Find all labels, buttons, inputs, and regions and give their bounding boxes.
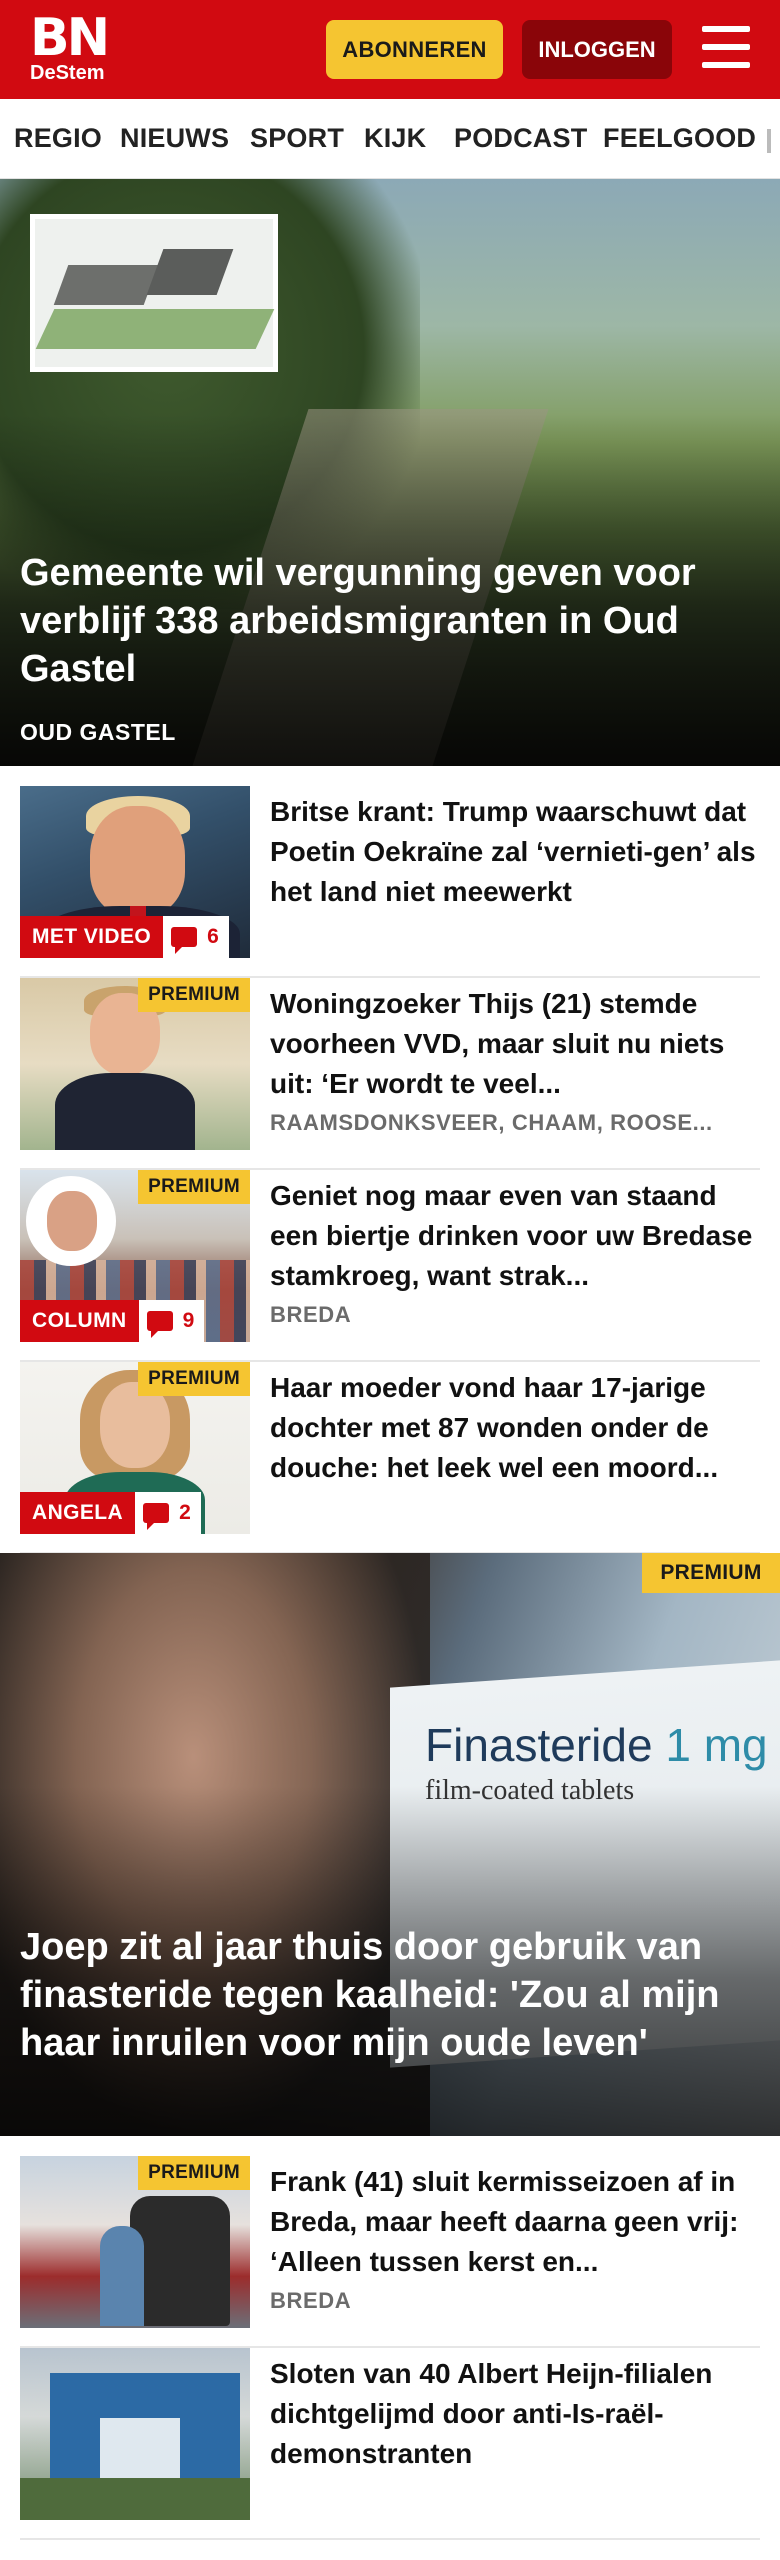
article-title[interactable]: Woningzoeker Thijs (21) stemde voorheen …	[270, 984, 760, 1104]
box-brand-text: Finasteride	[425, 1719, 653, 1771]
article-thumbnail: MET VIDEO 6	[20, 786, 250, 958]
hamburger-menu-icon[interactable]	[702, 26, 750, 72]
medicine-box-brand: Finasteride 1 mg	[425, 1718, 768, 1772]
premium-badge: PREMIUM	[138, 978, 250, 1012]
article-item[interactable]: MET VIDEO 6 Britse krant: Trump waarschu…	[20, 786, 760, 978]
article-title[interactable]: Frank (41) sluit kermisseizoen af in Bre…	[270, 2162, 760, 2282]
author-label: ANGELA	[20, 1492, 136, 1534]
article-thumbnail: PREMIUM ANGELA 2	[20, 1362, 250, 1534]
article-thumbnail	[20, 2348, 250, 2520]
nav-item-nieuws[interactable]: NIEUWS	[120, 123, 229, 154]
inset-rendering-image	[30, 214, 278, 372]
top-bar: BN DeStem ABONNEREN INLOGGEN	[0, 0, 780, 99]
logo-main: BN	[30, 8, 110, 68]
comment-icon	[171, 927, 198, 954]
article-labels: COLUMN 9	[20, 1300, 205, 1342]
article-thumbnail: PREMIUM	[20, 978, 250, 1150]
column-label: COLUMN	[20, 1300, 139, 1342]
premium-badge: PREMIUM	[138, 1362, 250, 1396]
comment-icon	[146, 1311, 173, 1338]
subscribe-button[interactable]: ABONNEREN	[326, 20, 503, 79]
hero-title[interactable]: Gemeente wil vergunning geven voor verbl…	[20, 549, 760, 693]
nav-item-feelgood[interactable]: FEELGOOD	[603, 123, 756, 154]
comment-count: 9	[138, 1300, 205, 1342]
article-title[interactable]: Britse krant: Trump waarschuwt dat Poeti…	[270, 792, 760, 912]
box-dose-text: 1 mg	[665, 1719, 768, 1771]
article-title[interactable]: Geniet nog maar even van staand een bier…	[270, 1176, 760, 1296]
article-location: BREDA	[270, 2288, 352, 2313]
hero-article-1[interactable]: Gemeente wil vergunning geven voor verbl…	[0, 179, 780, 766]
article-title[interactable]: Haar moeder vond haar 17-jarige dochter …	[270, 1368, 760, 1488]
article-thumbnail: PREMIUM COLUMN 9	[20, 1170, 250, 1342]
article-item[interactable]: Sloten van 40 Albert Heijn-filialen dich…	[20, 2348, 760, 2540]
article-item[interactable]: PREMIUM Frank (41) sluit kermisseizoen a…	[20, 2156, 760, 2348]
columnist-avatar	[26, 1176, 116, 1266]
site-logo[interactable]: BN DeStem	[30, 8, 110, 84]
comment-count: 6	[163, 916, 229, 958]
nav-item-kijk[interactable]: KIJK	[364, 123, 426, 154]
comment-icon	[143, 1503, 170, 1530]
comment-count-value: 2	[179, 1501, 191, 1524]
premium-badge: PREMIUM	[138, 2156, 250, 2190]
comment-count-value: 9	[182, 1309, 195, 1332]
premium-badge: PREMIUM	[642, 1553, 780, 1593]
article-title[interactable]: Sloten van 40 Albert Heijn-filialen dich…	[270, 2354, 760, 2474]
nav-item-sport[interactable]: SPORT	[250, 123, 344, 154]
comment-count-value: 6	[207, 925, 219, 948]
hero-article-2[interactable]: Finasteride 1 mg film-coated tablets PRE…	[0, 1553, 780, 2136]
article-item[interactable]: PREMIUM COLUMN 9 Geniet nog maar even va…	[20, 1170, 760, 1362]
section-nav: REGIO NIEUWS SPORT KIJK PODCAST FEELGOOD	[0, 99, 780, 179]
article-labels: MET VIDEO 6	[20, 916, 229, 958]
article-item[interactable]: PREMIUM ANGELA 2 Haar moeder vond haar 1…	[20, 1362, 760, 1554]
video-label: MET VIDEO	[20, 916, 164, 958]
nav-item-regio[interactable]: REGIO	[14, 123, 102, 154]
article-location: RAAMSDONKSVEER, CHAAM, ROOSE...	[270, 1110, 713, 1135]
article-location: BREDA	[270, 1302, 352, 1327]
article-item[interactable]: PREMIUM Woningzoeker Thijs (21) stemde v…	[20, 978, 760, 1170]
logo-sub: DeStem	[30, 62, 105, 84]
comment-count: 2	[135, 1492, 201, 1534]
article-labels: ANGELA 2	[20, 1492, 201, 1534]
premium-badge: PREMIUM	[138, 1170, 250, 1204]
article-thumbnail: PREMIUM	[20, 2156, 250, 2328]
hero-title[interactable]: Joep zit al jaar thuis door gebruik van …	[20, 1923, 760, 2067]
nav-overflow-indicator	[767, 129, 771, 153]
nav-item-podcast[interactable]: PODCAST	[454, 123, 587, 154]
login-button[interactable]: INLOGGEN	[522, 20, 672, 79]
hero-location: OUD GASTEL	[20, 719, 176, 745]
